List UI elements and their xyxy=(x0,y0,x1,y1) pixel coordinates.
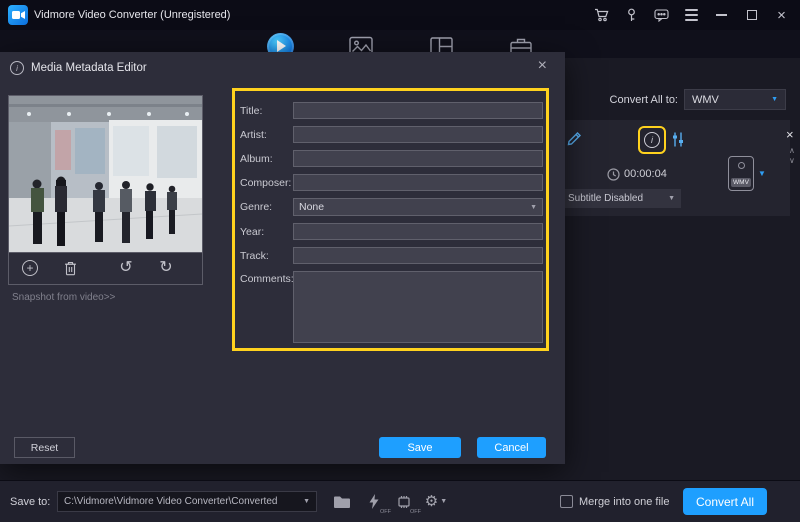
gpu-accel-button[interactable]: OFF xyxy=(390,488,417,515)
undo-button[interactable]: ↺ xyxy=(117,259,135,277)
chevron-down-icon: ▼ xyxy=(440,498,447,505)
settings-button[interactable]: ⚙ ▼ xyxy=(420,488,452,515)
clock-icon xyxy=(607,168,620,181)
dialog-title: Media Metadata Editor xyxy=(31,62,147,74)
genre-value: None xyxy=(299,201,324,213)
reset-button[interactable]: Reset xyxy=(14,437,75,458)
format-chevron-icon[interactable]: ▼ xyxy=(758,169,766,178)
undo-icon: ↺ xyxy=(119,260,132,276)
bottom-bar: Save to: C:\Vidmore\Vidmore Video Conver… xyxy=(0,480,800,522)
media-metadata-dialog: i Media Metadata Editor × xyxy=(0,52,565,464)
video-thumbnail xyxy=(9,96,202,253)
chevron-down-icon: ▼ xyxy=(771,96,778,103)
field-row-album: Album: xyxy=(240,150,543,167)
app-title: Vidmore Video Converter (Unregistered) xyxy=(34,9,230,21)
field-row-track: Track: xyxy=(240,247,543,264)
close-button[interactable]: × xyxy=(773,7,790,24)
field-row-title: Title: xyxy=(240,102,543,119)
save-button[interactable]: Save xyxy=(379,437,461,458)
composer-input[interactable] xyxy=(293,174,543,191)
snapshot-panel: + ↺ ↻ xyxy=(8,95,203,285)
album-label: Album: xyxy=(240,153,293,165)
edit-icon[interactable] xyxy=(566,130,583,147)
artist-input[interactable] xyxy=(293,126,543,143)
year-input[interactable] xyxy=(293,223,543,240)
genre-dropdown[interactable]: None ▼ xyxy=(293,198,543,216)
format-reel-icon xyxy=(738,162,745,169)
open-folder-button[interactable] xyxy=(328,488,355,515)
field-row-year: Year: xyxy=(240,223,543,240)
output-path-dropdown[interactable]: C:\Vidmore\Vidmore Video Converter\Conve… xyxy=(57,491,317,512)
delete-snapshot-button[interactable] xyxy=(61,259,79,277)
subtitle-value: Subtitle Disabled xyxy=(568,193,643,204)
cancel-button[interactable]: Cancel xyxy=(477,437,546,458)
move-down-icon[interactable]: ∨ xyxy=(789,157,795,165)
dialog-close-icon[interactable]: × xyxy=(538,58,547,74)
comments-textarea[interactable] xyxy=(293,271,543,343)
year-label: Year: xyxy=(240,226,293,238)
convert-all-button[interactable]: Convert All xyxy=(683,488,767,515)
album-input[interactable] xyxy=(293,150,543,167)
cart-icon[interactable] xyxy=(593,7,610,24)
info-icon[interactable]: i xyxy=(644,132,660,148)
format-badge: WMV xyxy=(731,178,751,187)
save-to-label: Save to: xyxy=(10,496,50,508)
hardware-accel-button[interactable]: OFF xyxy=(360,488,387,515)
snapshot-toolbar: + ↺ ↻ xyxy=(9,253,202,283)
track-label: Track: xyxy=(240,250,293,262)
chevron-down-icon: ▼ xyxy=(303,498,310,505)
subtitle-dropdown[interactable]: Subtitle Disabled ▼ xyxy=(562,189,681,208)
redo-icon: ↻ xyxy=(159,260,172,276)
folder-icon xyxy=(333,495,351,509)
effect-sliders-icon[interactable] xyxy=(670,131,686,148)
track-input[interactable] xyxy=(293,247,543,264)
chevron-down-icon: ▼ xyxy=(668,195,675,202)
output-format-dropdown[interactable]: WMV ▼ xyxy=(684,89,786,110)
add-snapshot-button[interactable]: + xyxy=(21,259,39,277)
field-row-genre: Genre: None ▼ xyxy=(240,198,543,216)
info-glyph: i xyxy=(16,64,18,73)
clip-duration: 00:00:04 xyxy=(624,168,667,180)
menu-icon[interactable] xyxy=(683,7,700,24)
output-format-icon[interactable]: WMV xyxy=(728,156,754,191)
flash-icon xyxy=(369,494,379,509)
close-icon: × xyxy=(777,8,786,23)
field-row-artist: Artist: xyxy=(240,126,543,143)
info-glyph: i xyxy=(651,135,653,145)
gpu-chip-icon xyxy=(396,495,412,509)
dialog-info-icon: i xyxy=(10,61,24,75)
field-row-composer: Composer: xyxy=(240,174,543,191)
feedback-icon[interactable] xyxy=(653,7,670,24)
redo-button[interactable]: ↻ xyxy=(157,259,175,277)
app-logo-icon xyxy=(8,5,28,25)
register-key-icon[interactable] xyxy=(623,7,640,24)
title-label: Title: xyxy=(240,105,293,117)
merge-checkbox[interactable] xyxy=(560,495,573,508)
minimize-button[interactable] xyxy=(713,7,730,24)
composer-label: Composer: xyxy=(240,177,293,189)
artist-label: Artist: xyxy=(240,129,293,141)
output-format-value: WMV xyxy=(692,94,719,106)
plus-circle-icon: + xyxy=(22,260,38,276)
comments-label: Comments: xyxy=(240,271,293,285)
titlebar: Vidmore Video Converter (Unregistered) × xyxy=(0,0,800,30)
title-input[interactable] xyxy=(293,102,543,119)
remove-file-icon[interactable]: × xyxy=(786,128,794,141)
convert-all-to-label: Convert All to: xyxy=(596,94,678,106)
merge-label: Merge into one file xyxy=(579,496,670,508)
app-window: Vidmore Video Converter (Unregistered) × xyxy=(0,0,800,522)
trash-icon xyxy=(64,261,77,276)
gear-icon: ⚙ xyxy=(425,494,438,509)
chevron-down-icon: ▼ xyxy=(530,204,537,211)
move-up-icon[interactable]: ∧ xyxy=(789,147,795,155)
plus-glyph: + xyxy=(26,262,33,274)
thumbnail-scene xyxy=(9,96,202,253)
genre-label: Genre: xyxy=(240,201,293,213)
snapshot-hint: Snapshot from video>> xyxy=(12,292,115,303)
field-row-comments: Comments: xyxy=(240,271,543,343)
maximize-button[interactable] xyxy=(743,7,760,24)
output-path-value: C:\Vidmore\Vidmore Video Converter\Conve… xyxy=(64,496,277,507)
